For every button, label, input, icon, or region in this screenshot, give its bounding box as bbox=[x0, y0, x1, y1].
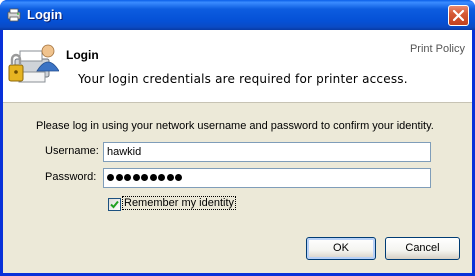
password-dot bbox=[166, 174, 174, 181]
print-policy-link[interactable]: Print Policy bbox=[410, 43, 465, 55]
password-dot bbox=[132, 174, 140, 181]
title-bar[interactable]: Login bbox=[0, 0, 475, 30]
password-dot bbox=[115, 174, 123, 181]
login-dialog: Login Login Your login credentials are r… bbox=[0, 0, 475, 276]
password-dot bbox=[124, 174, 131, 181]
username-label: Username: bbox=[45, 145, 99, 157]
printer-lock-user-icon bbox=[8, 44, 59, 83]
password-input[interactable] bbox=[103, 168, 431, 188]
password-dot bbox=[175, 174, 182, 181]
remember-checkbox[interactable] bbox=[108, 198, 121, 211]
dialog-header: Login Your login credentials are require… bbox=[3, 30, 472, 103]
password-dot bbox=[149, 174, 157, 181]
remember-label[interactable]: Remember my identity bbox=[122, 196, 237, 210]
instructions-text: Please log in using your network usernam… bbox=[36, 120, 434, 132]
password-mask bbox=[107, 172, 184, 184]
printer-app-icon bbox=[7, 8, 21, 22]
close-button[interactable] bbox=[448, 5, 469, 26]
username-input[interactable] bbox=[103, 142, 431, 162]
password-dot bbox=[107, 174, 114, 181]
password-label: Password: bbox=[45, 171, 97, 183]
header-description: Your login credentials are required for … bbox=[78, 72, 408, 86]
dialog-body: Login Your login credentials are require… bbox=[3, 30, 472, 273]
header-title: Login bbox=[66, 48, 99, 62]
cancel-button[interactable]: Cancel bbox=[385, 237, 460, 260]
checkmark-icon bbox=[110, 200, 119, 209]
window-title: Login bbox=[27, 7, 63, 22]
ok-button[interactable]: OK bbox=[306, 237, 376, 260]
close-icon bbox=[452, 9, 465, 22]
password-dot bbox=[158, 174, 165, 181]
password-dot bbox=[141, 174, 148, 181]
